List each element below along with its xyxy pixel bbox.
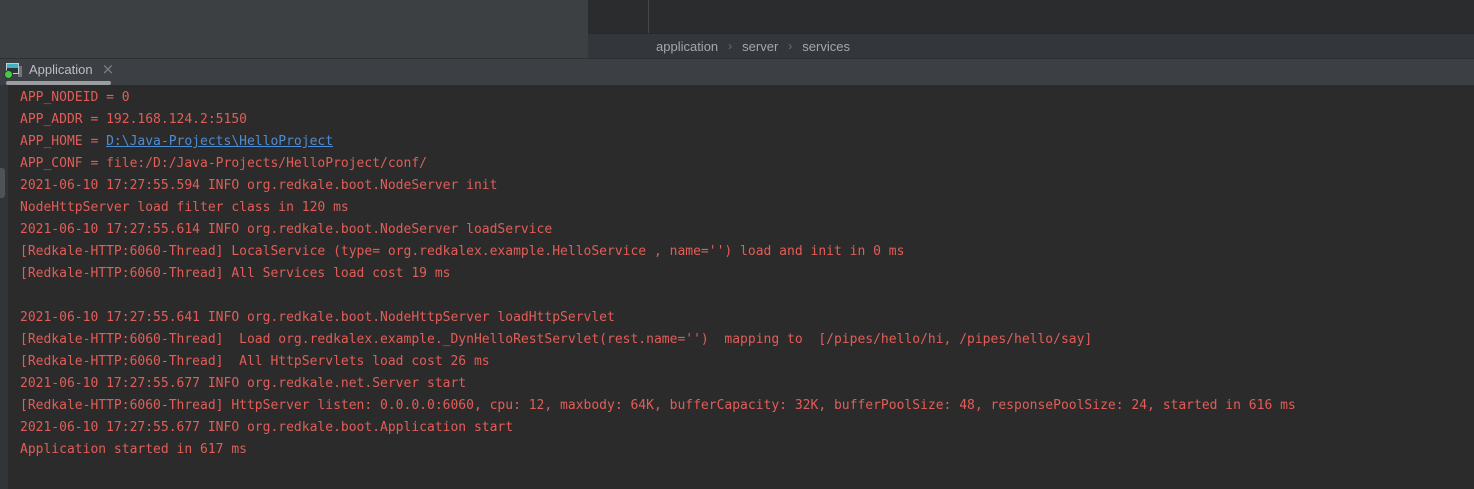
editor-split-divider[interactable] xyxy=(648,0,649,33)
editor-pane-left xyxy=(0,0,588,58)
log-line: APP_ADDR = 192.168.124.2:5150 xyxy=(20,109,1474,131)
ide-window: application › server › services Application … xyxy=(0,0,1474,489)
breadcrumb: application › server › services xyxy=(588,33,1474,58)
log-line: [Redkale-HTTP:6060-Thread] LocalService … xyxy=(20,241,1474,263)
scrollbar-thumb[interactable] xyxy=(0,168,5,198)
breadcrumb-item-services[interactable]: services xyxy=(802,39,850,54)
running-indicator-dot xyxy=(5,71,12,78)
log-line: APP_CONF = file:/D:/Java-Projects/HelloP… xyxy=(20,153,1474,175)
close-icon[interactable]: × xyxy=(102,62,115,77)
run-tool-window-tab-bar: Application × xyxy=(0,58,1474,85)
breadcrumb-item-application[interactable]: application xyxy=(656,39,718,54)
log-line: 2021-06-10 17:27:55.641 INFO org.redkale… xyxy=(20,307,1474,329)
tab-label: Application xyxy=(29,62,93,77)
console-gutter xyxy=(0,85,8,489)
log-line: [Redkale-HTTP:6060-Thread] All HttpServl… xyxy=(20,351,1474,373)
editor-pane-right xyxy=(588,0,1474,33)
log-line: 2021-06-10 17:27:55.677 INFO org.redkale… xyxy=(20,417,1474,439)
log-line: 2021-06-10 17:27:55.594 INFO org.redkale… xyxy=(20,175,1474,197)
log-line: [Redkale-HTTP:6060-Thread] All Services … xyxy=(20,263,1474,285)
app-home-link[interactable]: D:\Java-Projects\HelloProject xyxy=(106,134,333,149)
log-line: APP_NODEID = 0 xyxy=(20,87,1474,109)
log-line: [Redkale-HTTP:6060-Thread] Load org.redk… xyxy=(20,329,1474,351)
chevron-right-icon: › xyxy=(728,39,732,53)
breadcrumb-item-server[interactable]: server xyxy=(742,39,778,54)
log-line: NodeHttpServer load filter class in 120 … xyxy=(20,197,1474,219)
log-line: Application started in 617 ms xyxy=(20,439,1474,461)
tab-application[interactable]: Application × xyxy=(0,58,114,81)
log-line: 2021-06-10 17:27:55.614 INFO org.redkale… xyxy=(20,219,1474,241)
log-line xyxy=(20,285,1474,307)
log-line: APP_HOME = D:\Java-Projects\HelloProject xyxy=(20,131,1474,153)
console-output[interactable]: APP_NODEID = 0APP_ADDR = 192.168.124.2:5… xyxy=(0,85,1474,489)
log-line: [Redkale-HTTP:6060-Thread] HttpServer li… xyxy=(20,395,1474,417)
log-line: 2021-06-10 17:27:55.677 INFO org.redkale… xyxy=(20,373,1474,395)
log-lines: APP_NODEID = 0APP_ADDR = 192.168.124.2:5… xyxy=(20,85,1474,461)
running-console-icon xyxy=(5,62,23,78)
chevron-right-icon: › xyxy=(788,39,792,53)
